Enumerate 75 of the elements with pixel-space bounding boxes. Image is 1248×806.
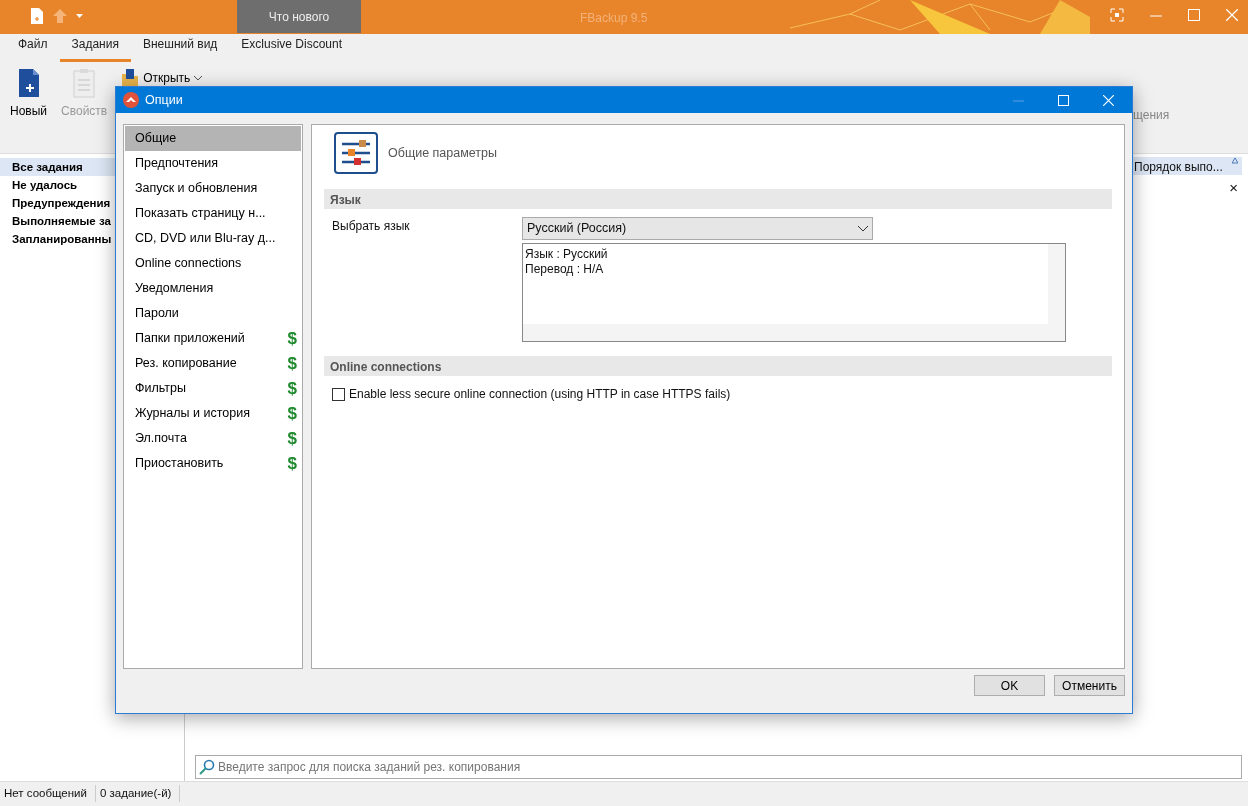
up-arrow-icon[interactable] [52, 8, 68, 24]
dollar-sign-label: $ [287, 327, 297, 350]
info-line: Перевод : Н/А [525, 262, 605, 277]
dollar-sign-label: $ [287, 352, 297, 375]
status-text: Нет сообщений [0, 784, 96, 803]
category-item[interactable]: Online connections [125, 251, 301, 276]
menu-tab[interactable]: Файл [6, 35, 60, 62]
close-button[interactable]: × [1229, 177, 1238, 200]
dollar-sign-label: $ [287, 377, 297, 400]
dollar-sign-label: $ [287, 452, 297, 475]
caret-icon[interactable] [76, 14, 83, 18]
checkbox[interactable] [332, 387, 345, 401]
close-button[interactable] [1226, 9, 1238, 21]
chevron-icon [858, 225, 868, 232]
app-logo-icon [123, 92, 139, 108]
search-icon [199, 759, 215, 775]
language-dropdown[interactable]: Русский (Россия) [522, 217, 873, 240]
category-item[interactable]: Показать страницу н... [125, 201, 301, 226]
status-text: 0 задание(-й) [95, 784, 181, 803]
dialog-title: Опции [145, 91, 183, 109]
checkbox-label: Enable less secure online connection (using HTTP in case HTTPS fails) [349, 386, 731, 403]
menu-tab[interactable]: Exclusive Discount [229, 35, 355, 62]
category-item[interactable]: Запуск и обновления [125, 176, 301, 201]
category-item[interactable]: Эл.почта $ [125, 426, 301, 451]
whats-new-tab[interactable]: Что нового [237, 0, 361, 33]
dollar-sign-label: $ [287, 427, 297, 450]
category-item[interactable]: Рез. копирование $ [125, 351, 301, 376]
info-line: Язык : Русский [525, 247, 609, 262]
close-icon [1103, 94, 1114, 106]
category-item[interactable]: Папки приложений $ [125, 326, 301, 351]
column-header[interactable]: Порядок выпо... [1130, 157, 1242, 175]
ribbon-label: щения [1133, 107, 1170, 124]
category-item[interactable]: Уведомления [125, 276, 301, 301]
new-document-icon [16, 68, 41, 98]
category-label: Журналы и история [135, 405, 250, 423]
section-header: Язык [324, 189, 1112, 209]
category-item[interactable]: Общие [125, 126, 301, 151]
focus-icon [1110, 8, 1124, 22]
category-label: Фильтры [135, 380, 186, 398]
horizontal-scrollbar[interactable] [523, 324, 1048, 341]
window-title: FBackup 9.5 [580, 10, 648, 27]
folder-icon [121, 69, 140, 87]
category-label: Рез. копирование [135, 355, 237, 373]
ribbon-button[interactable]: Новый [10, 68, 48, 128]
section-header: Online connections [324, 356, 1112, 376]
maximize-button[interactable] [1188, 9, 1200, 21]
dialog-button[interactable]: OK [974, 675, 1045, 696]
sort-arrow-icon [1232, 158, 1238, 164]
category-label: Папки приложений [135, 330, 245, 348]
close-icon [1226, 9, 1238, 21]
category-item[interactable]: Приостановить $ [125, 451, 301, 476]
panel-heading: Общие параметры [388, 144, 497, 162]
category-label: Приостановить [135, 455, 224, 473]
category-item[interactable]: Журналы и история $ [125, 401, 301, 426]
maximize-icon [1058, 94, 1069, 106]
category-item[interactable]: Фильтры $ [125, 376, 301, 401]
dialog-button[interactable]: Отменить [1054, 675, 1125, 696]
dollar-sign-label: $ [287, 402, 297, 425]
category-item[interactable]: CD, DVD или Blu-ray д... [125, 226, 301, 251]
maximize-icon [1188, 9, 1200, 21]
vertical-scrollbar[interactable] [1048, 244, 1065, 341]
sliders-icon [334, 132, 378, 174]
menu-tab[interactable]: Задания [59, 35, 131, 62]
dialog-close-button[interactable] [1103, 94, 1114, 106]
dialog-maximize-button[interactable] [1058, 94, 1069, 106]
category-label: Эл.почта [135, 430, 187, 448]
category-item[interactable]: Пароли [125, 301, 301, 326]
new-document-icon[interactable] [30, 8, 44, 24]
chevron-icon [194, 75, 203, 81]
column-title: Порядок выпо... [1134, 159, 1223, 174]
menu-tab[interactable]: Внешний вид [130, 35, 230, 62]
field-label: Выбрать язык [332, 218, 411, 235]
focus-mode-button[interactable] [1110, 8, 1124, 22]
clipboard-icon [72, 68, 97, 98]
search-field[interactable]: Введите запрос для поиска заданий рез. копирования [195, 755, 1242, 779]
